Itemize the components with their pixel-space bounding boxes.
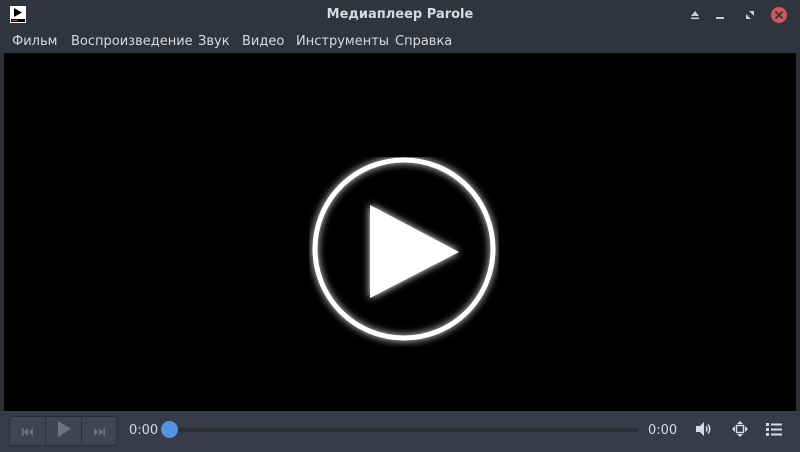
- menu-help[interactable]: Справка: [395, 30, 452, 53]
- menu-audio[interactable]: Звук: [198, 30, 230, 53]
- eject-icon[interactable]: [687, 7, 703, 23]
- minimize-icon[interactable]: [712, 7, 728, 23]
- menu-video[interactable]: Видео: [242, 30, 284, 53]
- close-icon[interactable]: [771, 7, 787, 23]
- playlist-icon[interactable]: [765, 420, 783, 438]
- title-bar[interactable]: Медиаплеер Parole: [0, 0, 800, 30]
- duration-time: 0:00: [648, 423, 678, 438]
- previous-button[interactable]: [10, 417, 45, 445]
- volume-icon[interactable]: [695, 420, 713, 438]
- menu-playback[interactable]: Воспроизведение: [71, 30, 193, 53]
- menu-tools[interactable]: Инструменты: [296, 30, 389, 53]
- window-title: Медиаплеер Parole: [326, 7, 474, 22]
- big-play-icon[interactable]: [309, 157, 499, 347]
- previous-icon: [21, 422, 34, 441]
- seek-handle[interactable]: [161, 421, 178, 438]
- seek-bar[interactable]: [170, 428, 638, 432]
- restore-icon[interactable]: [742, 7, 758, 23]
- menu-film[interactable]: Фильм: [12, 30, 57, 53]
- video-area[interactable]: [4, 53, 796, 411]
- elapsed-time: 0:00: [129, 423, 159, 438]
- play-button[interactable]: [45, 417, 80, 445]
- next-icon: [93, 422, 105, 441]
- playback-buttons: [9, 416, 117, 446]
- menu-bar: Фильм Воспроизведение Звук Видео Инструм…: [0, 30, 800, 53]
- play-icon: [57, 421, 71, 441]
- fullscreen-icon[interactable]: [731, 420, 749, 438]
- next-button[interactable]: [80, 417, 116, 445]
